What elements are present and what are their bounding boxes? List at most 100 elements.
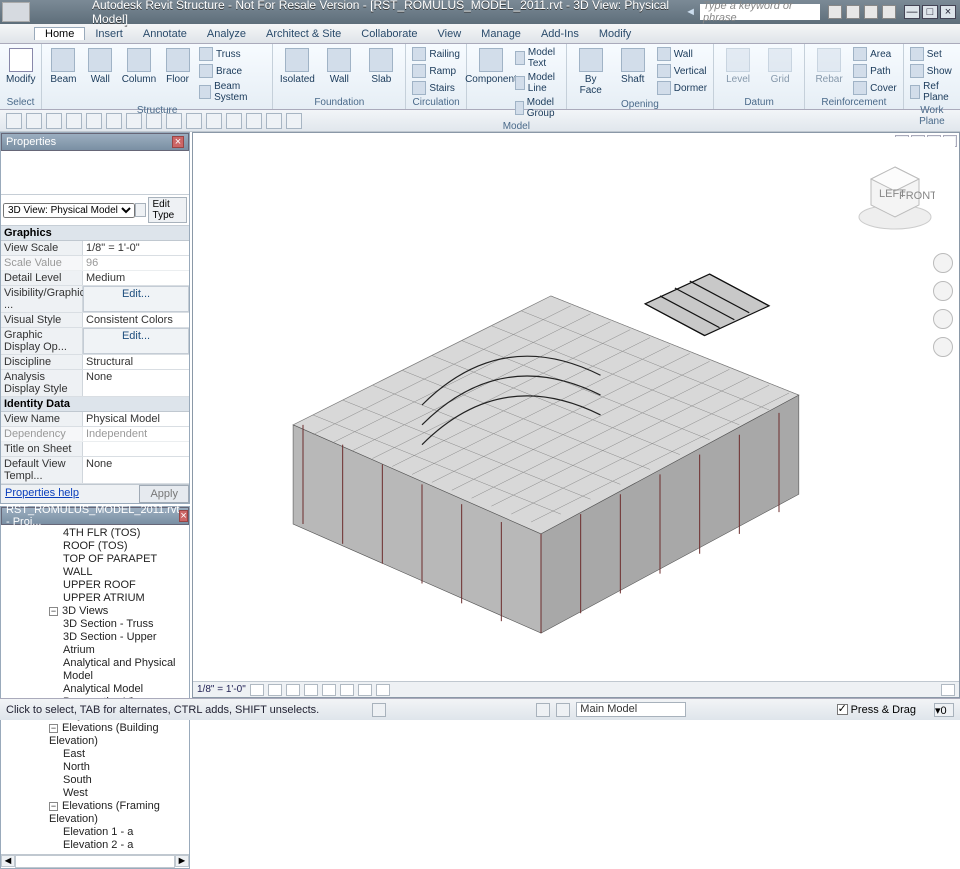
wall-button[interactable]: Wall xyxy=(83,46,118,87)
workset-icon[interactable] xyxy=(372,703,386,717)
reveal-icon[interactable] xyxy=(376,684,390,696)
opening-wall-button[interactable]: Wall xyxy=(655,46,709,62)
tree-node[interactable]: Analytical Model xyxy=(5,683,187,696)
view-scale-readout[interactable]: 1/8" = 1'-0" xyxy=(197,684,246,695)
edit-type-button[interactable]: Edit Type xyxy=(148,197,187,223)
qat-switch-icon[interactable] xyxy=(266,113,282,129)
crop-icon[interactable] xyxy=(322,684,336,696)
detail-level-value[interactable]: Medium xyxy=(83,271,189,285)
refplane-button[interactable]: Ref Plane xyxy=(908,80,956,104)
scroll-right-icon[interactable] xyxy=(941,684,955,696)
cover-button[interactable]: Cover xyxy=(851,80,899,96)
qat-measure-icon[interactable] xyxy=(106,113,122,129)
ramp-button[interactable]: Ramp xyxy=(410,63,462,79)
qat-dimension-icon[interactable] xyxy=(166,113,182,129)
type-selector[interactable]: 3D View: Physical Model xyxy=(3,203,135,218)
foundation-wall-button[interactable]: Wall xyxy=(319,46,359,87)
zoom-icon[interactable] xyxy=(933,309,953,329)
view-scale-value[interactable]: 1/8" = 1'-0" xyxy=(83,241,189,255)
shadows-icon[interactable] xyxy=(304,684,318,696)
tree-node[interactable]: −3D Views xyxy=(5,605,187,618)
visual-style-icon[interactable] xyxy=(268,684,282,696)
title-on-sheet-value[interactable] xyxy=(83,442,189,456)
tab-annotate[interactable]: Annotate xyxy=(133,28,197,40)
properties-help-link[interactable]: Properties help xyxy=(1,485,139,503)
brace-button[interactable]: Brace xyxy=(197,63,268,79)
qat-close-icon[interactable] xyxy=(286,113,302,129)
detail-level-icon[interactable] xyxy=(250,684,264,696)
tab-addins[interactable]: Add-Ins xyxy=(531,28,589,40)
modeltext-button[interactable]: Model Text xyxy=(513,46,562,70)
tab-home[interactable]: Home xyxy=(34,27,85,40)
steering-wheel-icon[interactable] xyxy=(933,253,953,273)
browser-scrollbar[interactable]: ◄► xyxy=(1,854,189,868)
expand-icon[interactable]: − xyxy=(49,724,58,733)
pan-icon[interactable] xyxy=(933,281,953,301)
vg-edit-button[interactable]: Edit... xyxy=(83,286,189,312)
3d-viewport[interactable]: — □ ▢ × xyxy=(192,132,960,698)
tree-node[interactable]: North xyxy=(5,761,187,774)
help-icon[interactable] xyxy=(882,5,896,19)
column-button[interactable]: Column xyxy=(120,46,158,87)
qat-save-icon[interactable] xyxy=(26,113,42,129)
tree-node[interactable]: −Elevations (Building Elevation) xyxy=(5,722,187,748)
railing-button[interactable]: Railing xyxy=(410,46,462,62)
properties-header[interactable]: Properties× xyxy=(1,133,189,151)
tab-view[interactable]: View xyxy=(428,28,472,40)
stairs-button[interactable]: Stairs xyxy=(410,80,462,96)
isolated-button[interactable]: Isolated xyxy=(277,46,317,87)
tree-node[interactable]: Elevation 2 - a xyxy=(5,839,187,852)
qat-tag-icon[interactable] xyxy=(186,113,202,129)
tree-node[interactable]: South xyxy=(5,774,187,787)
exchange-icon[interactable] xyxy=(846,5,860,19)
filter-icon[interactable]: ▾0 xyxy=(934,703,954,717)
tree-node[interactable]: TOP OF PARAPET WALL xyxy=(5,553,187,579)
expand-icon[interactable]: − xyxy=(49,607,58,616)
tree-node[interactable]: 4TH FLR (TOS) xyxy=(5,527,187,540)
qat-thin-icon[interactable] xyxy=(226,113,242,129)
active-workset-icon[interactable] xyxy=(556,703,570,717)
orbit-icon[interactable] xyxy=(933,337,953,357)
beam-button[interactable]: Beam xyxy=(46,46,81,87)
tree-node[interactable]: West xyxy=(5,787,187,800)
shaft-button[interactable]: Shaft xyxy=(613,46,653,87)
tree-node[interactable]: Elevation 1 - a xyxy=(5,826,187,839)
subscription-icon[interactable] xyxy=(828,5,842,19)
grid-button[interactable]: Grid xyxy=(760,46,800,87)
canvas[interactable] xyxy=(197,137,955,693)
browser-header[interactable]: RST_ROMULUS_MODEL_2011.rvt - Proj...× xyxy=(1,507,189,525)
close-icon[interactable]: × xyxy=(179,510,187,522)
crop-region-icon[interactable] xyxy=(340,684,354,696)
browser-tree[interactable]: 4TH FLR (TOS)ROOF (TOS)TOP OF PARAPET WA… xyxy=(1,525,189,854)
rebar-button[interactable]: Rebar xyxy=(809,46,849,87)
tree-node[interactable]: ROOF (TOS) xyxy=(5,540,187,553)
truss-button[interactable]: Truss xyxy=(197,46,268,62)
tree-node[interactable]: East xyxy=(5,748,187,761)
level-button[interactable]: Level xyxy=(718,46,758,87)
slab-button[interactable]: Slab xyxy=(361,46,401,87)
search-input[interactable]: Type a keyword or phrase xyxy=(700,4,820,20)
component-button[interactable]: Component xyxy=(471,46,511,87)
ads-value[interactable]: None xyxy=(83,370,189,396)
modelgroup-button[interactable]: Model Group xyxy=(513,96,562,120)
qat-redo-icon[interactable] xyxy=(86,113,102,129)
dormer-button[interactable]: Dormer xyxy=(655,80,709,96)
infocenter-arrow[interactable]: ◄ xyxy=(685,6,696,18)
tab-insert[interactable]: Insert xyxy=(85,28,133,40)
tree-node[interactable]: 3D Section - Upper Atrium xyxy=(5,631,187,657)
expand-icon[interactable]: − xyxy=(49,802,58,811)
beamsystem-button[interactable]: Beam System xyxy=(197,80,268,104)
floor-button[interactable]: Floor xyxy=(160,46,195,87)
view-name-value[interactable]: Physical Model xyxy=(83,412,189,426)
tab-architect-site[interactable]: Architect & Site xyxy=(256,28,351,40)
sun-path-icon[interactable] xyxy=(286,684,300,696)
filter-icon[interactable] xyxy=(135,203,146,217)
default-view-template-value[interactable]: None xyxy=(83,457,189,483)
hide-isolate-icon[interactable] xyxy=(358,684,372,696)
view-cube[interactable]: LEFT FRONT xyxy=(855,157,935,237)
qat-section-icon[interactable] xyxy=(206,113,222,129)
show-button[interactable]: Show xyxy=(908,63,956,79)
identity-header[interactable]: Identity Data xyxy=(1,397,189,412)
vertical-button[interactable]: Vertical xyxy=(655,63,709,79)
minimize-button[interactable]: — xyxy=(904,5,920,19)
